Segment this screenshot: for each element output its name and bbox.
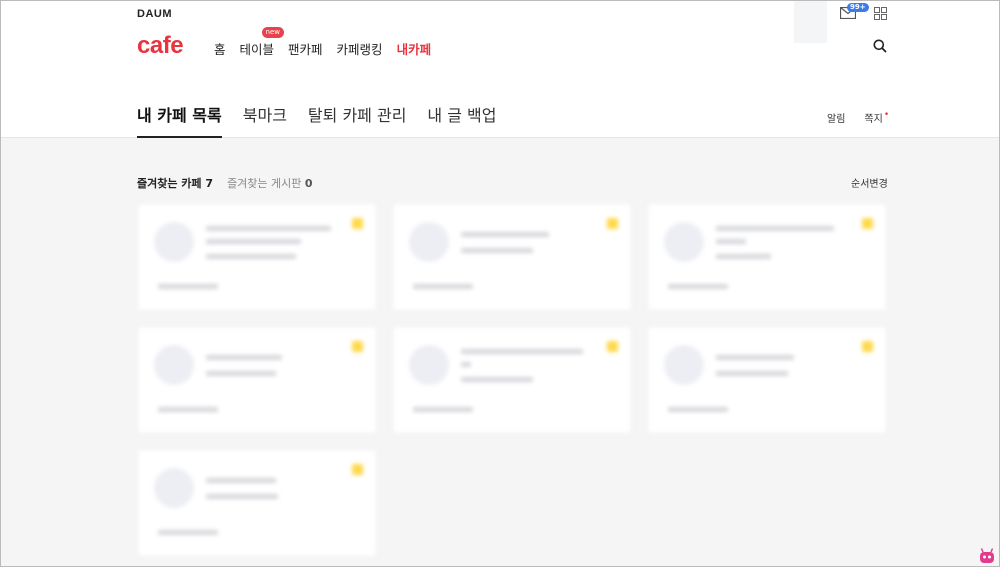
fav-board-label: 즐겨찾는 게시판 bbox=[227, 177, 302, 190]
cafe-meta-blurred bbox=[206, 369, 276, 378]
cafe-avatar bbox=[409, 222, 449, 262]
tab-post-backup[interactable]: 내 글 백업 bbox=[427, 102, 496, 138]
cafe-name-blurred bbox=[461, 345, 591, 371]
gnb-mycafe-label: 내카페 bbox=[396, 42, 432, 57]
apps-grid-icon[interactable] bbox=[874, 7, 887, 20]
gnb-mycafe[interactable]: 내카페 bbox=[397, 39, 432, 58]
cafe-avatar bbox=[409, 345, 449, 385]
cafe-avatar bbox=[154, 468, 194, 508]
cafe-avatar bbox=[154, 222, 194, 262]
cafe-foot-blurred bbox=[158, 528, 218, 537]
order-change-button[interactable]: 순서변경 bbox=[851, 175, 888, 190]
favorite-star-icon[interactable] bbox=[352, 341, 363, 352]
cafe-name-blurred bbox=[206, 474, 336, 487]
header: DAUM cafe 홈 테이블 new 팬카페 카페랭킹 내카페 99+ 내 카… bbox=[1, 1, 999, 138]
mascot-icon[interactable] bbox=[978, 547, 996, 565]
favorite-star-icon[interactable] bbox=[607, 341, 618, 352]
new-badge: new bbox=[261, 27, 284, 38]
gnb-ranking[interactable]: 카페랭킹 bbox=[337, 39, 383, 58]
tab-mycafe-list[interactable]: 내 카페 목록 bbox=[137, 102, 222, 138]
profile-placeholder[interactable] bbox=[794, 1, 827, 43]
tab-bookmark[interactable]: 북마크 bbox=[243, 102, 287, 138]
gnb-ranking-label: 카페랭킹 bbox=[336, 42, 383, 57]
search-icon[interactable] bbox=[873, 39, 887, 53]
main-content: 즐겨찾는 카페 7 즐겨찾는 게시판 0 순서변경 bbox=[1, 139, 999, 567]
cafe-name-blurred bbox=[716, 222, 846, 248]
cafe-card[interactable] bbox=[647, 326, 887, 434]
new-dot: • bbox=[883, 110, 890, 120]
gnb-home-label: 홈 bbox=[214, 42, 226, 57]
cafe-meta-blurred bbox=[716, 369, 788, 378]
gnb-fancafe[interactable]: 팬카페 bbox=[288, 39, 323, 58]
cafe-name-blurred bbox=[716, 351, 846, 364]
cafe-meta-blurred bbox=[461, 246, 533, 255]
cafe-card[interactable] bbox=[392, 203, 632, 311]
tab-left-cafe[interactable]: 탈퇴 카페 관리 bbox=[308, 102, 407, 138]
cafe-name-blurred bbox=[461, 228, 591, 241]
cafe-name-blurred bbox=[206, 351, 336, 364]
gnb-table[interactable]: 테이블 new bbox=[239, 27, 284, 58]
cafe-meta-blurred bbox=[206, 252, 296, 261]
favorite-star-icon[interactable] bbox=[862, 341, 873, 352]
fav-board-tab[interactable]: 즐겨찾는 게시판 0 bbox=[227, 175, 313, 191]
cafe-foot-blurred bbox=[668, 405, 728, 414]
daum-logo[interactable]: DAUM bbox=[137, 8, 172, 20]
cafe-logo[interactable]: cafe bbox=[137, 32, 184, 60]
right-links: 알림 쪽지• bbox=[827, 110, 889, 125]
cafe-meta-blurred bbox=[716, 252, 771, 261]
fav-cafe-count: 7 bbox=[205, 177, 214, 190]
cafe-foot-blurred bbox=[413, 405, 473, 414]
fav-board-count: 0 bbox=[304, 177, 313, 190]
favorite-star-icon[interactable] bbox=[862, 218, 873, 229]
favorite-star-icon[interactable] bbox=[352, 218, 363, 229]
cafe-avatar bbox=[154, 345, 194, 385]
global-nav: 홈 테이블 new 팬카페 카페랭킹 내카페 bbox=[214, 27, 445, 58]
cafe-card[interactable] bbox=[392, 326, 632, 434]
cafe-avatar bbox=[664, 222, 704, 262]
gnb-fancafe-label: 팬카페 bbox=[288, 42, 323, 57]
cafe-name-blurred bbox=[206, 222, 336, 248]
cafe-card[interactable] bbox=[137, 203, 377, 311]
cafe-meta-blurred bbox=[461, 375, 533, 384]
cafe-meta-blurred bbox=[206, 492, 278, 501]
fav-cafe-tab[interactable]: 즐겨찾는 카페 7 bbox=[137, 175, 213, 191]
gnb-table-label: 테이블 bbox=[239, 42, 275, 57]
mycafe-tabs: 내 카페 목록 북마크 탈퇴 카페 관리 내 글 백업 bbox=[137, 102, 517, 138]
cafe-foot-blurred bbox=[158, 282, 218, 291]
favorite-star-icon[interactable] bbox=[607, 218, 618, 229]
favorite-star-icon[interactable] bbox=[352, 464, 363, 475]
cafe-avatar bbox=[664, 345, 704, 385]
cafe-card[interactable] bbox=[137, 449, 377, 557]
mail-count-badge: 99+ bbox=[847, 3, 869, 12]
notification-link[interactable]: 알림 bbox=[827, 110, 845, 125]
cafe-card[interactable] bbox=[137, 326, 377, 434]
note-link[interactable]: 쪽지• bbox=[864, 110, 889, 125]
cafe-foot-blurred bbox=[158, 405, 218, 414]
favorites-header: 즐겨찾는 카페 7 즐겨찾는 게시판 0 bbox=[137, 175, 313, 191]
cafe-card[interactable] bbox=[647, 203, 887, 311]
cafe-foot-blurred bbox=[668, 282, 728, 291]
cafe-foot-blurred bbox=[413, 282, 473, 291]
fav-cafe-label: 즐겨찾는 카페 bbox=[137, 177, 202, 190]
note-link-label: 쪽지 bbox=[864, 114, 883, 125]
gnb-home[interactable]: 홈 bbox=[214, 39, 226, 58]
